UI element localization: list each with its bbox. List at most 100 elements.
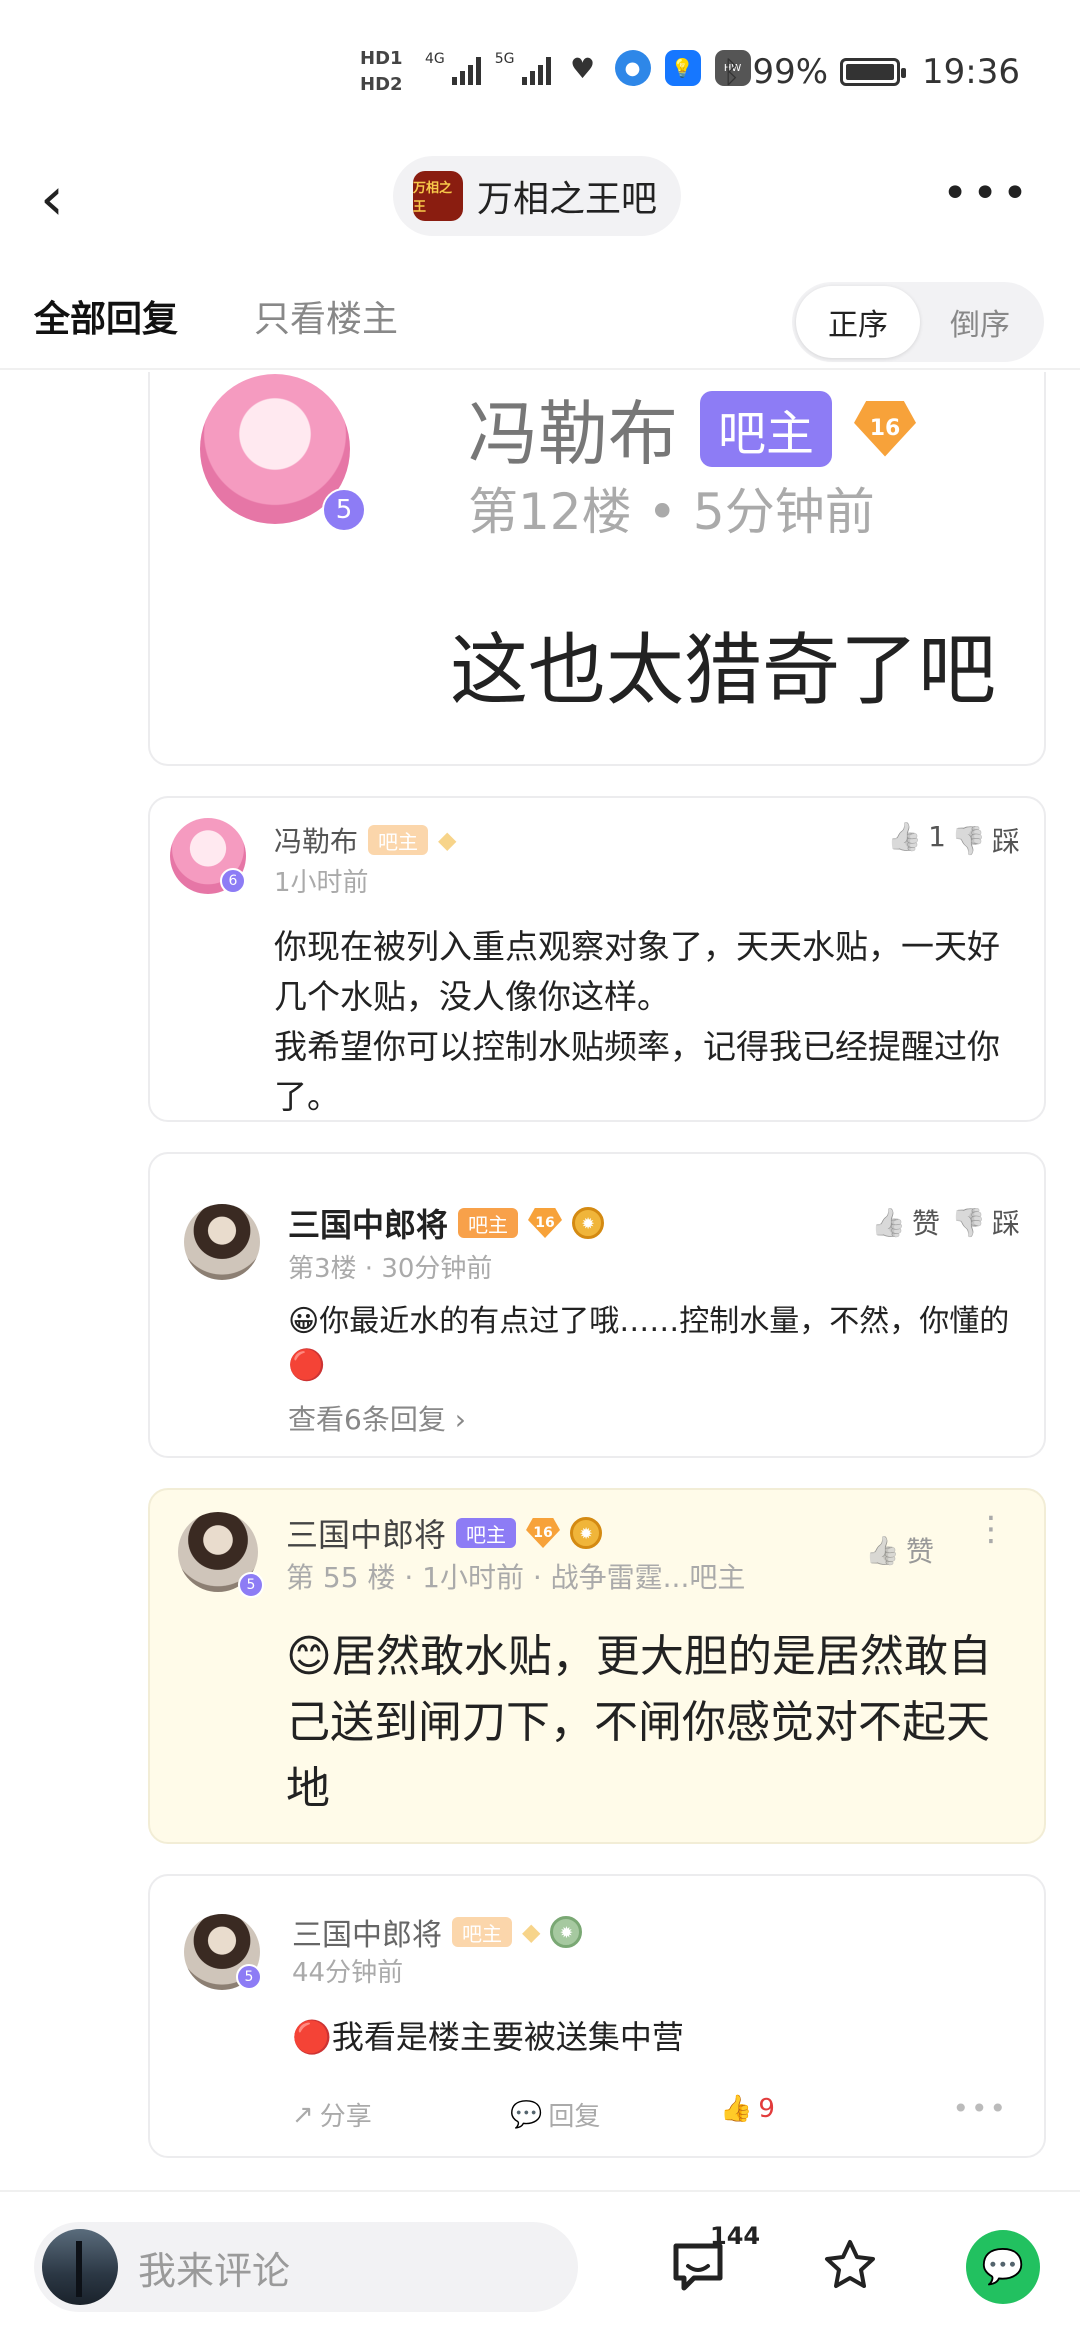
my-avatar xyxy=(42,2229,118,2305)
like-button[interactable]: 1 xyxy=(887,820,946,853)
username[interactable]: 三国中郎将 xyxy=(288,1200,448,1246)
star-icon xyxy=(825,2240,875,2288)
quoted-post-card: 5 冯勒布 吧主 16 第12楼 • 5分钟前 这也太猎奇了吧 xyxy=(148,372,1046,766)
share-label: 分享 xyxy=(319,2102,372,2132)
level-badge: 16 xyxy=(526,1518,561,1548)
reply-card[interactable]: 三国中郎将 吧主 16 ✹ 第3楼 · 30分钟前 赞 踩 😀你最近水的有点过了… xyxy=(148,1152,1046,1458)
view-replies-label: 查看6条回复 xyxy=(288,1403,446,1436)
red-ball-emoji-icon: 🔴 xyxy=(292,2018,332,2056)
comment-icon: 💬 xyxy=(510,2099,543,2130)
reply-content: 你现在被列入重点观察对象了，天天水贴，一天好几个水贴，没人像你这样。 我希望你可… xyxy=(274,927,1000,1116)
reply-content: 我看是楼主要被送集中营 xyxy=(331,2018,684,2056)
thumb-up-icon xyxy=(871,1206,906,1239)
battery-icon xyxy=(840,58,907,86)
reply-content-wrap: 😀你最近水的有点过了哦……控制水量，不然，你懂的 🔴 xyxy=(288,1300,1018,1388)
reply-button[interactable]: 💬 回复 xyxy=(510,2096,600,2133)
username[interactable]: 冯勒布 xyxy=(274,820,358,860)
signal-4g-icon: 4G xyxy=(425,51,481,85)
dislike-label: 踩 xyxy=(991,825,1020,858)
tab-all-replies[interactable]: 全部回复 xyxy=(34,290,178,342)
user-row: 三国中郎将 吧主 16 ✹ xyxy=(288,1200,605,1246)
reply-content-wrap: 🔴我看是楼主要被送集中营 xyxy=(292,2012,684,2058)
forum-pill[interactable]: 万相之王 万相之王吧 xyxy=(393,156,682,236)
battery-percent: 99% xyxy=(752,52,829,92)
like-label: 赞 xyxy=(911,1207,940,1240)
more-dots-icon: ••• xyxy=(942,168,1032,219)
top-header: ‹ 万相之王 万相之王吧 ••• xyxy=(0,150,1080,250)
view-replies-link[interactable]: 查看6条回复 › xyxy=(288,1398,466,1438)
post-meta: 第12楼 • 5分钟前 xyxy=(468,483,875,541)
like-count: 1 xyxy=(928,820,946,853)
highlighted-reply-card[interactable]: 5 三国中郎将 吧主 16 ✹ 第 55 楼 · 1小时前 · 战争雷霆...吧… xyxy=(148,1488,1046,1844)
more-button[interactable]: ••• xyxy=(942,172,1032,216)
like-button[interactable]: 赞 xyxy=(871,1202,940,1242)
role-badge: 吧主 xyxy=(452,1917,512,1947)
bottom-bar: 我来评论 144 💬 xyxy=(0,2190,1080,2340)
user-row: 冯勒布 吧主 ◆ xyxy=(274,820,456,860)
hd-indicator: HD1 HD2 xyxy=(360,48,403,96)
avatar-level-dot: 5 xyxy=(322,488,366,532)
avatar-level-dot: 5 xyxy=(238,1572,264,1598)
username[interactable]: 三国中郎将 xyxy=(286,1510,446,1556)
username[interactable]: 三国中郎将 xyxy=(292,1910,442,1954)
reply-content: 你最近水的有点过了哦……控制水量，不然，你懂的 xyxy=(319,1304,1010,1339)
back-button[interactable]: ‹ xyxy=(40,164,96,234)
reply-count-badge: 144 xyxy=(710,2222,761,2250)
more-dots-icon[interactable]: ••• xyxy=(952,2092,1008,2125)
tab-owner-only[interactable]: 只看楼主 xyxy=(254,290,398,342)
diamond-icon: ◆ xyxy=(438,826,457,854)
quoted-user-row: 冯勒布 吧主 16 xyxy=(468,378,917,479)
bluetooth-icon: ᛒ xyxy=(722,54,741,90)
avatar xyxy=(184,1204,260,1280)
diamond-icon: ◆ xyxy=(522,1918,541,1946)
thumb-down-icon xyxy=(951,824,986,857)
sort-desc-button[interactable]: 倒序 xyxy=(920,286,1040,358)
battery-fill xyxy=(846,64,894,80)
like-button[interactable]: 赞 xyxy=(865,1530,934,1570)
hd2-label: HD2 xyxy=(360,74,403,95)
net2-label: 5G xyxy=(494,51,515,67)
red-ball-emoji-icon: 🔴 xyxy=(288,1348,326,1383)
like-button[interactable]: 👍 9 xyxy=(720,2094,775,2124)
more-vertical-icon[interactable]: ⋮ xyxy=(974,1512,1008,1546)
browser-app-icon: ● xyxy=(614,50,651,86)
like-label: 赞 xyxy=(905,1535,934,1568)
avatar-level-dot: 6 xyxy=(220,868,246,894)
smile-emoji-icon: 😊 xyxy=(286,1631,332,1682)
wechat-icon: 💬 xyxy=(981,2247,1025,2287)
thumb-down-icon xyxy=(951,1206,986,1239)
comment-input[interactable]: 我来评论 xyxy=(34,2222,578,2312)
wechat-share-button[interactable]: 💬 xyxy=(966,2230,1040,2304)
hd1-label: HD1 xyxy=(360,48,403,69)
status-bar: HD1 HD2 4G 5G ♥ ● 💡 HW ᛒ 99% 19:36 xyxy=(0,0,1080,150)
chevron-left-icon: ‹ xyxy=(40,164,64,234)
reply-time: 1小时前 xyxy=(274,868,369,898)
avatar-level-dot: 5 xyxy=(236,1964,262,1990)
share-button[interactable]: ↗ 分享 xyxy=(292,2096,372,2133)
favorite-button[interactable] xyxy=(818,2234,882,2298)
comment-placeholder: 我来评论 xyxy=(138,2248,291,2293)
thumb-up-icon xyxy=(887,820,922,853)
health-heart-icon: ♥ xyxy=(569,51,596,85)
dislike-button[interactable]: 踩 xyxy=(951,1202,1020,1242)
dislike-label: 踩 xyxy=(991,1207,1020,1240)
role-badge: 吧主 xyxy=(700,390,833,467)
status-icons: 4G 5G ♥ ● 💡 HW xyxy=(425,50,751,86)
role-badge: 吧主 xyxy=(368,825,429,855)
sort-asc-button[interactable]: 正序 xyxy=(796,286,920,358)
reply-meta: 第3楼 · 30分钟前 xyxy=(288,1254,493,1284)
username: 冯勒布 xyxy=(468,393,678,475)
level-badge: 16 xyxy=(528,1208,563,1238)
reply-card[interactable]: 6 冯勒布 吧主 ◆ 1小时前 1 踩 你现在被列入重点观察对象了，天天水贴，一… xyxy=(148,796,1046,1122)
reply-label: 回复 xyxy=(548,2102,601,2132)
role-badge: 吧主 xyxy=(456,1518,517,1548)
reply-card[interactable]: 5 三国中郎将 吧主 ◆ ✹ 44分钟前 🔴我看是楼主要被送集中营 ↗ 分享 💬… xyxy=(148,1874,1046,2158)
reply-content-wrap: 😊居然敢水贴，更大胆的是居然敢自己送到闸刀下，不闸你感觉对不起天地 xyxy=(286,1624,1006,1822)
user-row: 三国中郎将 吧主 16 ✹ xyxy=(286,1510,603,1556)
bulb-app-icon: 💡 xyxy=(664,50,701,86)
dislike-button[interactable]: 踩 xyxy=(951,820,1020,860)
medal-icon: ✹ xyxy=(550,1916,583,1948)
clock: 19:36 xyxy=(922,52,1020,92)
forum-logo: 万相之王 xyxy=(413,171,463,221)
reply-time: 44分钟前 xyxy=(292,1958,404,1988)
